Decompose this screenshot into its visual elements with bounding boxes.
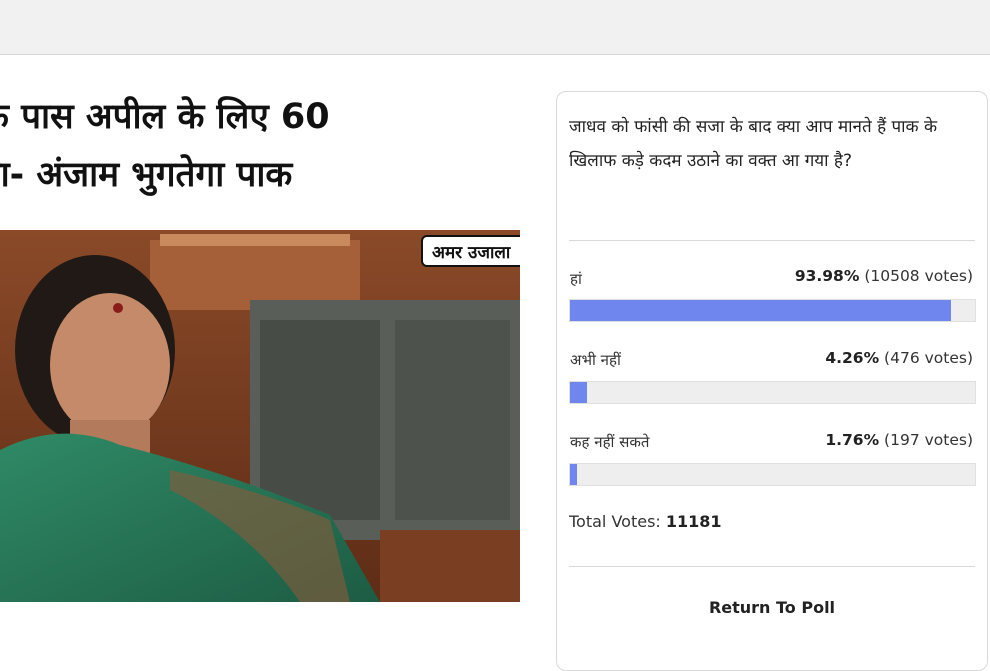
headline-line-1: के पास अपील के लिए 60 [0, 97, 330, 137]
poll-result-bar [569, 381, 976, 404]
poll-option-votes: (10508 votes) [864, 267, 973, 285]
article-headline: के पास अपील के लिए 60 हा- अंजाम भुगतेगा … [0, 88, 452, 204]
poll-option-label: अभी नहीं [570, 351, 621, 369]
poll-result-bar-fill [570, 464, 578, 485]
poll-option-percent: 4.26% [825, 349, 880, 367]
poll-result-bar [569, 299, 976, 322]
poll-total-value: 11181 [665, 512, 722, 531]
poll-divider-bottom [569, 566, 975, 567]
poll-total-votes: Total Votes: 11181 [569, 512, 722, 531]
article-photo-illustration: अमर उजाला [0, 230, 520, 602]
return-to-poll-button[interactable]: Return To Poll [557, 598, 987, 617]
poll-option-votes: (197 votes) [884, 431, 973, 449]
poll-result-bar-fill [570, 382, 588, 403]
poll-total-label: Total Votes: [569, 512, 661, 531]
poll-option-votes: (476 votes) [884, 349, 973, 367]
watermark-text: अमर उजाला [432, 243, 511, 263]
poll-option-percent: 1.76% [825, 431, 880, 449]
poll-option-percent: 93.98% [794, 267, 860, 285]
poll-option-stats: 1.76% (197 votes) [825, 431, 973, 449]
poll-result-bar-fill [570, 300, 951, 321]
top-navigation-bar [0, 0, 990, 55]
poll-option-label: हां [570, 270, 582, 288]
poll-question: जाधव को फांसी की सजा के बाद क्या आप मानत… [569, 117, 938, 171]
poll-option-stats: 93.98% (10508 votes) [795, 267, 973, 285]
poll-result-bar [569, 463, 976, 486]
poll-option-stats: 4.26% (476 votes) [825, 349, 973, 367]
headline-line-2: हा- अंजाम भुगतेगा पाक [0, 155, 293, 195]
poll-widget: जाधव को फांसी की सजा के बाद क्या आप मानत… [556, 91, 988, 671]
poll-option-label: कह नहीं सकते [570, 433, 650, 451]
poll-divider-top [569, 240, 975, 241]
watermark-badge: अमर उजाला [421, 235, 520, 267]
article-photo: अमर उजाला [0, 230, 520, 602]
